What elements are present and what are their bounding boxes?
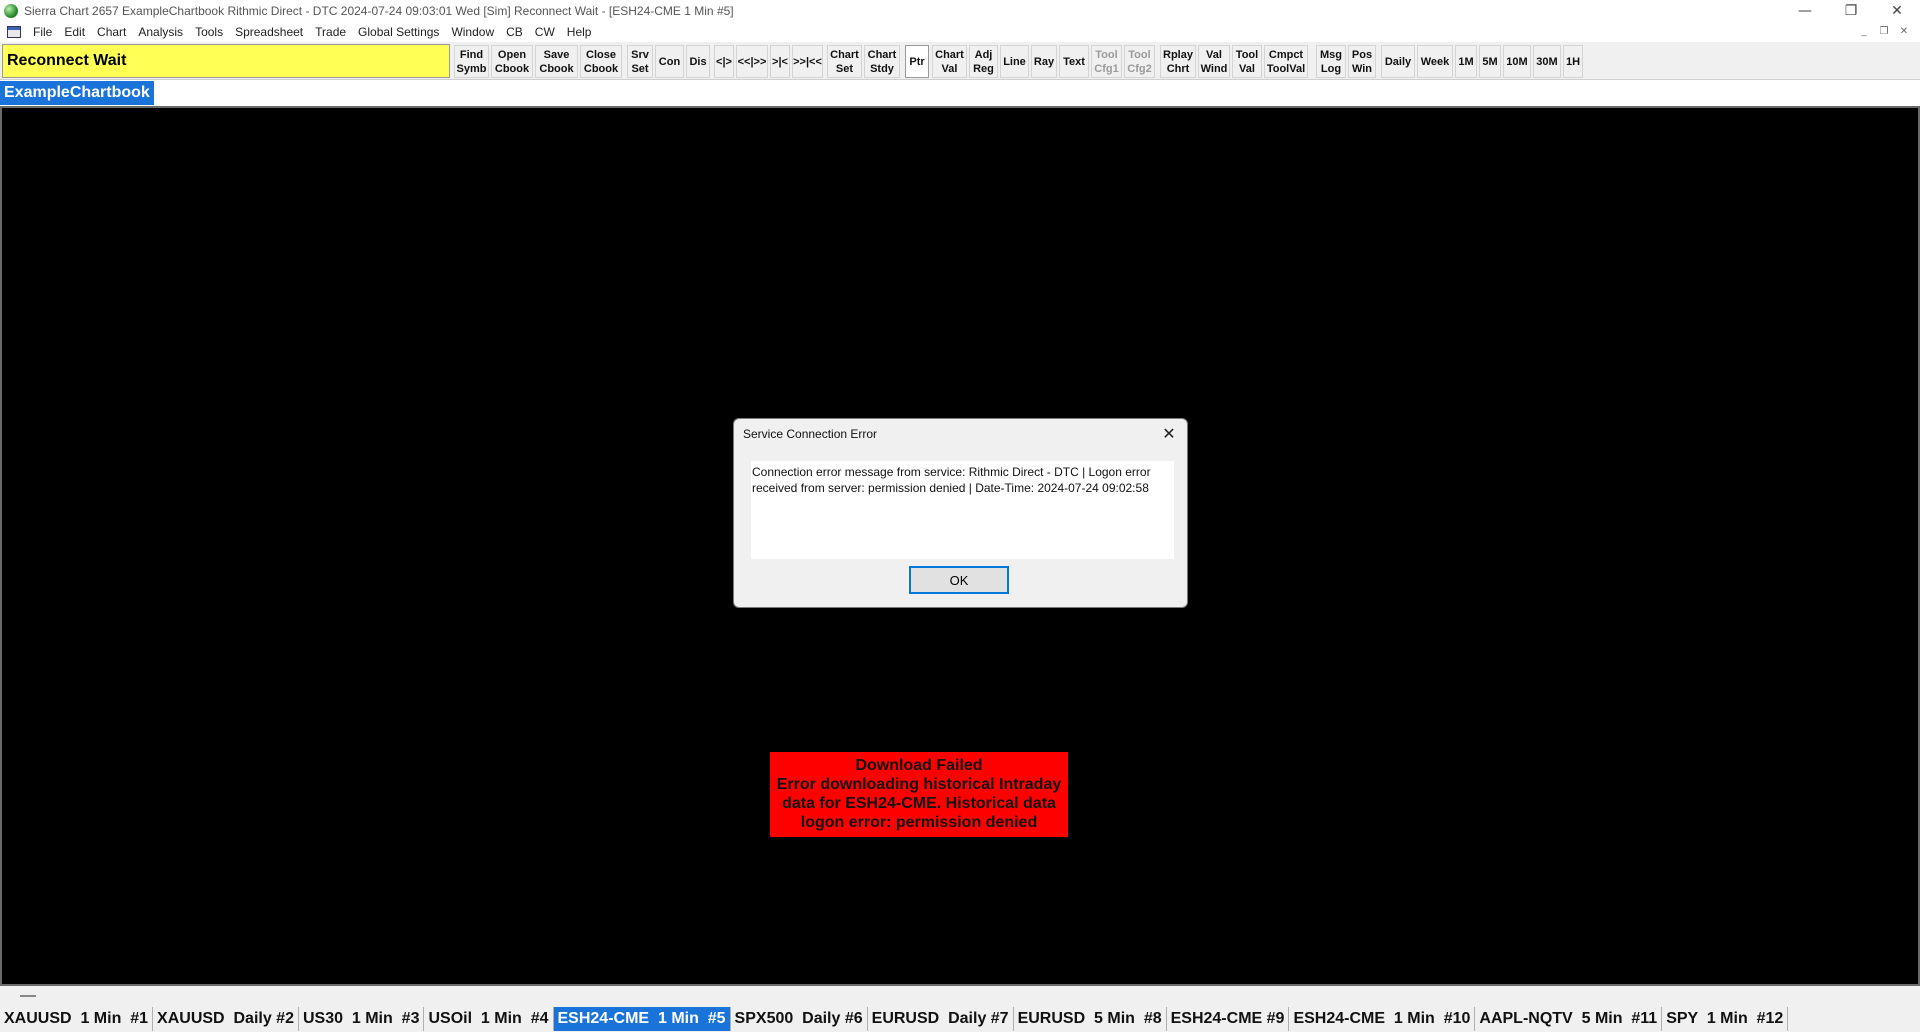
dialog-close-icon[interactable]: ✕ bbox=[1159, 423, 1179, 443]
chart-studies-button[interactable]: Chart Stdy bbox=[864, 45, 900, 78]
server-settings-button[interactable]: Srv Set bbox=[627, 45, 653, 78]
text-tool-button[interactable]: Text bbox=[1059, 45, 1089, 78]
chartbook-tab-row: ExampleChartbook bbox=[0, 80, 1920, 106]
menu-file[interactable]: File bbox=[27, 25, 58, 39]
5m-timeframe-button[interactable]: 5M bbox=[1479, 45, 1501, 78]
menu-cb[interactable]: CB bbox=[500, 25, 529, 39]
download-failed-message: Download Failed Error downloading histor… bbox=[770, 752, 1068, 837]
download-failed-heading: Download Failed bbox=[855, 757, 983, 774]
download-failed-line: Error downloading historical Intraday bbox=[776, 776, 1062, 793]
mdi-restore-icon[interactable]: ❐ bbox=[1876, 24, 1892, 38]
system-menu-icon[interactable] bbox=[7, 26, 21, 38]
scroll-compress-more-button[interactable]: >>|<< bbox=[792, 45, 823, 78]
close-chartbook-button[interactable]: Close Cbook bbox=[580, 45, 622, 78]
ray-tool-button[interactable]: Ray bbox=[1031, 45, 1057, 78]
compact-tool-values-button[interactable]: Cmpct ToolVal bbox=[1264, 45, 1308, 78]
download-failed-line: logon error: permission denied bbox=[800, 814, 1038, 831]
mdi-controls: _ ❐ ✕ bbox=[1856, 24, 1912, 38]
connection-status-box: Reconnect Wait bbox=[2, 44, 450, 78]
scroll-center-button[interactable]: <|> bbox=[714, 45, 734, 78]
positions-window-button[interactable]: Pos Win bbox=[1348, 45, 1376, 78]
open-chartbook-button[interactable]: Open Cbook bbox=[491, 45, 533, 78]
mdi-minimize-icon[interactable]: _ bbox=[1856, 24, 1872, 38]
tab-chart-4[interactable]: USOil 1 Min #4 bbox=[424, 1007, 554, 1031]
window-title: Sierra Chart 2657 ExampleChartbook Rithm… bbox=[24, 4, 734, 18]
tool-config2-button[interactable]: Tool Cfg2 bbox=[1124, 45, 1155, 78]
minimize-icon[interactable]: — bbox=[1782, 0, 1828, 22]
menu-bar: File Edit Chart Analysis Tools Spreadshe… bbox=[0, 22, 1920, 42]
ok-button[interactable]: OK bbox=[909, 566, 1009, 594]
replay-chart-button[interactable]: Rplay Chrt bbox=[1160, 45, 1196, 78]
tool-values-button[interactable]: Tool Val bbox=[1232, 45, 1262, 78]
menu-cw[interactable]: CW bbox=[529, 25, 561, 39]
chartbook-tab[interactable]: ExampleChartbook bbox=[0, 81, 154, 105]
tab-scroll-handle[interactable] bbox=[20, 995, 36, 997]
tab-chart-8[interactable]: EURUSD 5 Min #8 bbox=[1014, 1007, 1167, 1031]
tab-chart-12[interactable]: SPY 1 Min #12 bbox=[1662, 1007, 1789, 1031]
download-failed-line: data for ESH24-CME. Historical data bbox=[782, 795, 1056, 812]
adjust-region-button[interactable]: Adj Reg bbox=[969, 45, 998, 78]
connect-button[interactable]: Con bbox=[655, 45, 684, 78]
tab-chart-7[interactable]: EURUSD Daily #7 bbox=[868, 1007, 1014, 1031]
sierra-chart-app-icon bbox=[4, 4, 18, 18]
tab-chart-5[interactable]: ESH24-CME 1 Min #5 bbox=[553, 1007, 731, 1031]
menu-tools[interactable]: Tools bbox=[189, 25, 229, 39]
message-log-button[interactable]: Msg Log bbox=[1316, 45, 1346, 78]
tab-chart-11[interactable]: AAPL-NQTV 5 Min #11 bbox=[1475, 1007, 1663, 1031]
scroll-compress-button[interactable]: >|< bbox=[770, 45, 790, 78]
menu-global-settings[interactable]: Global Settings bbox=[352, 25, 445, 39]
menu-spreadsheet[interactable]: Spreadsheet bbox=[229, 25, 309, 39]
control-bar: Reconnect Wait Find Symb Open Cbook Save… bbox=[0, 42, 1920, 80]
find-symbol-button[interactable]: Find Symb bbox=[454, 45, 489, 78]
tab-chart-1[interactable]: XAUUSD 1 Min #1 bbox=[0, 1007, 154, 1031]
value-window-button[interactable]: Val Wind bbox=[1198, 45, 1230, 78]
tab-chart-2[interactable]: XAUUSD Daily #2 bbox=[153, 1007, 299, 1031]
10m-timeframe-button[interactable]: 10M bbox=[1503, 45, 1531, 78]
menu-analysis[interactable]: Analysis bbox=[132, 25, 189, 39]
scroll-expand-button[interactable]: <<|>> bbox=[736, 45, 768, 78]
tab-chart-10[interactable]: ESH24-CME 1 Min #10 bbox=[1289, 1007, 1476, 1031]
menu-edit[interactable]: Edit bbox=[58, 25, 91, 39]
chart-values-button[interactable]: Chart Val bbox=[932, 45, 967, 78]
daily-timeframe-button[interactable]: Daily bbox=[1381, 45, 1415, 78]
dialog-message: Connection error message from service: R… bbox=[751, 461, 1174, 559]
tool-config1-button[interactable]: Tool Cfg1 bbox=[1091, 45, 1122, 78]
menu-trade[interactable]: Trade bbox=[309, 25, 352, 39]
week-timeframe-button[interactable]: Week bbox=[1417, 45, 1453, 78]
chart-settings-button[interactable]: Chart Set bbox=[827, 45, 862, 78]
title-bar: Sierra Chart 2657 ExampleChartbook Rithm… bbox=[0, 0, 1920, 22]
30m-timeframe-button[interactable]: 30M bbox=[1533, 45, 1561, 78]
window-controls: — ❐ ✕ bbox=[1782, 0, 1920, 22]
1m-timeframe-button[interactable]: 1M bbox=[1455, 45, 1477, 78]
tab-strip bbox=[0, 986, 1920, 1006]
1h-timeframe-button[interactable]: 1H bbox=[1563, 45, 1583, 78]
menu-help[interactable]: Help bbox=[561, 25, 598, 39]
chart-tab-bar: XAUUSD 1 Min #1 XAUUSD Daily #2 US30 1 M… bbox=[0, 1006, 1920, 1032]
dialog-title: Service Connection Error bbox=[743, 427, 878, 441]
disconnect-button[interactable]: Dis bbox=[686, 45, 710, 78]
tab-chart-9[interactable]: ESH24-CME #9 bbox=[1167, 1007, 1290, 1031]
line-tool-button[interactable]: Line bbox=[1000, 45, 1029, 78]
menu-window[interactable]: Window bbox=[445, 25, 500, 39]
menu-chart[interactable]: Chart bbox=[91, 25, 132, 39]
pointer-tool-button[interactable]: Ptr bbox=[905, 45, 929, 78]
tab-chart-3[interactable]: US30 1 Min #3 bbox=[299, 1007, 425, 1031]
mdi-close-icon[interactable]: ✕ bbox=[1896, 24, 1912, 38]
service-connection-error-dialog: Service Connection Error ✕ Connection er… bbox=[733, 418, 1188, 608]
close-window-icon[interactable]: ✕ bbox=[1874, 0, 1920, 22]
restore-icon[interactable]: ❐ bbox=[1828, 0, 1874, 22]
save-chartbook-button[interactable]: Save Cbook bbox=[535, 45, 578, 78]
tab-chart-6[interactable]: SPX500 Daily #6 bbox=[731, 1007, 868, 1031]
